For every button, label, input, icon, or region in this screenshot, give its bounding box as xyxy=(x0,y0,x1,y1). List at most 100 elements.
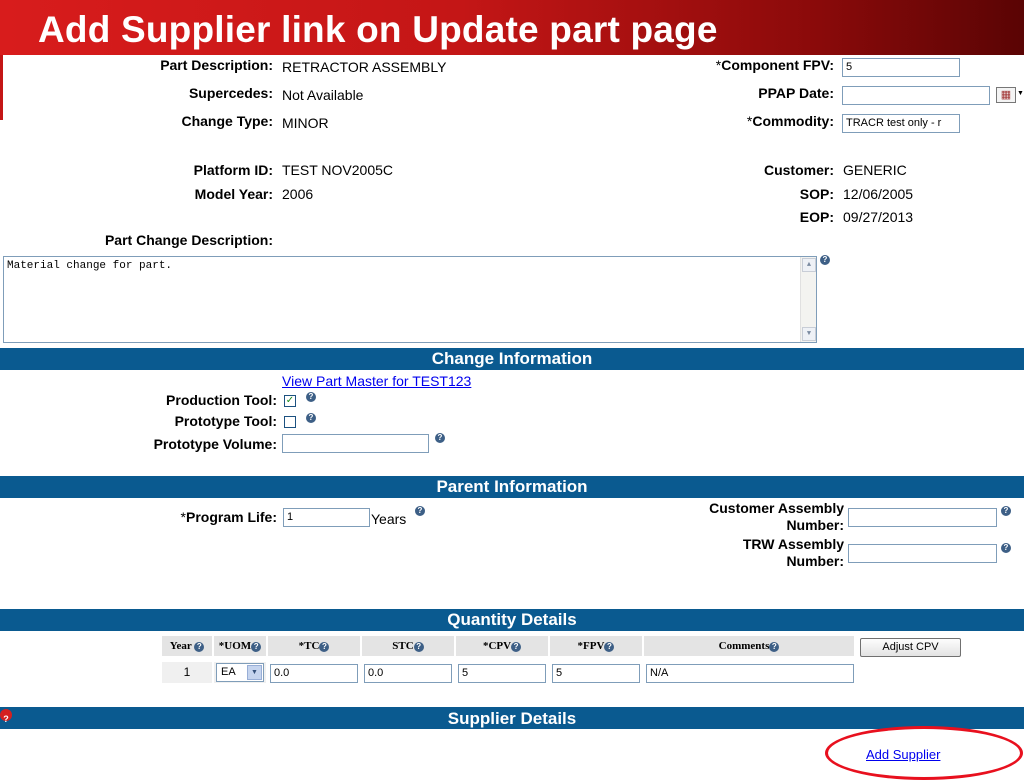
year-help-icon[interactable]: ? xyxy=(194,642,205,652)
years-label: Years xyxy=(371,511,407,527)
prototype-tool-help-icon[interactable]: ? xyxy=(306,413,316,423)
change-type-label: Change Type: xyxy=(181,113,273,129)
prototype-volume-help-icon[interactable]: ? xyxy=(435,433,445,443)
program-life-label-text: Program Life: xyxy=(185,509,277,525)
quantity-details-header: Quantity Details xyxy=(0,609,1024,631)
comments-help-icon[interactable]: ? xyxy=(769,642,780,652)
customer-assembly-help-icon[interactable]: ? xyxy=(1001,506,1011,516)
column-header-year-text: Year xyxy=(169,640,192,652)
cpv-help-icon[interactable]: ? xyxy=(511,642,522,652)
stc-input[interactable]: 0.0 xyxy=(364,664,452,683)
column-header-uom-text: *UOM xyxy=(218,640,252,652)
column-header-tc: *TC? xyxy=(268,636,360,656)
sop-label: SOP: xyxy=(799,186,834,202)
column-header-year: Year ? xyxy=(162,636,212,656)
trw-assembly-label-line2: Number: xyxy=(786,553,844,569)
prototype-volume-input[interactable] xyxy=(282,434,429,453)
production-tool-label: Production Tool: xyxy=(166,392,277,408)
model-year-value: 2006 xyxy=(282,186,314,202)
left-accent-stripe xyxy=(0,55,3,120)
quantity-row-uom-cell: EA ▼ xyxy=(214,662,266,683)
quantity-details-title: Quantity Details xyxy=(447,610,577,629)
prototype-volume-label: Prototype Volume: xyxy=(153,436,277,452)
add-supplier-highlight-oval xyxy=(825,726,1023,780)
trw-assembly-input[interactable] xyxy=(848,544,997,563)
component-fpv-input[interactable]: 5 xyxy=(842,58,960,77)
change-description-scrollbar[interactable]: ▲ ▼ xyxy=(800,257,816,342)
column-header-fpv: *FPV? xyxy=(550,636,642,656)
calendar-picker-button[interactable]: ▦ ▼ xyxy=(996,87,1024,104)
customer-assembly-label: Customer Assembly Number: xyxy=(640,500,844,534)
column-header-comments-text: Comments xyxy=(718,640,770,652)
column-header-comments: Comments? xyxy=(644,636,854,656)
column-header-fpv-text: *FPV xyxy=(577,640,605,652)
uom-select-value: EA xyxy=(221,666,236,678)
ppap-date-input[interactable] xyxy=(842,86,990,105)
model-year-label: Model Year: xyxy=(194,186,273,202)
program-life-input[interactable]: 1 xyxy=(283,508,370,527)
scroll-down-icon[interactable]: ▼ xyxy=(802,327,816,341)
change-information-title: Change Information xyxy=(431,349,593,368)
change-type-value: MINOR xyxy=(282,115,329,131)
customer-value: GENERIC xyxy=(843,162,907,178)
sop-value: 12/06/2005 xyxy=(843,186,914,202)
quantity-row-year: 1 xyxy=(162,662,212,683)
prototype-tool-checkbox[interactable] xyxy=(284,416,296,428)
supplier-details-title: Supplier Details xyxy=(447,709,577,728)
eop-label: EOP: xyxy=(799,209,834,225)
platform-id-value: TEST NOV2005C xyxy=(282,162,394,178)
eop-value: 09/27/2013 xyxy=(843,209,914,225)
supercedes-label: Supercedes: xyxy=(188,85,273,101)
customer-assembly-label-line1: Customer Assembly xyxy=(709,500,844,516)
customer-assembly-input[interactable] xyxy=(848,508,997,527)
column-header-stc: STC? xyxy=(362,636,454,656)
trw-assembly-label-line1: TRW Assembly xyxy=(742,536,844,552)
change-information-header: Change Information xyxy=(0,348,1024,370)
tc-help-icon[interactable]: ? xyxy=(319,642,330,652)
customer-assembly-label-line2: Number: xyxy=(786,517,844,533)
supplier-details-help-icon[interactable]: ? xyxy=(0,709,12,724)
scroll-up-icon[interactable]: ▲ xyxy=(802,258,816,272)
prototype-tool-label: Prototype Tool: xyxy=(174,413,277,429)
parent-information-title: Parent Information xyxy=(436,477,588,496)
commodity-label-text: Commodity: xyxy=(752,113,834,129)
uom-help-icon[interactable]: ? xyxy=(251,642,262,652)
view-part-master-link[interactable]: View Part Master for TEST123 xyxy=(282,373,471,389)
supercedes-value: Not Available xyxy=(282,87,364,103)
fpv-input[interactable]: 5 xyxy=(552,664,640,683)
part-description-label: Part Description: xyxy=(160,57,273,73)
comments-input[interactable]: N/A xyxy=(646,664,854,683)
trw-assembly-label: TRW Assembly Number: xyxy=(640,536,844,570)
ppap-date-label: PPAP Date: xyxy=(758,85,834,101)
column-header-tc-text: *TC xyxy=(298,640,320,652)
commodity-select[interactable]: TRACR test only - r xyxy=(842,114,960,133)
stc-help-icon[interactable]: ? xyxy=(413,642,424,652)
change-description-label: Part Change Description: xyxy=(104,232,273,248)
change-description-help-icon[interactable]: ? xyxy=(820,255,830,265)
trw-assembly-help-icon[interactable]: ? xyxy=(1001,543,1011,553)
production-tool-checkbox[interactable]: ✓ xyxy=(284,395,296,407)
uom-select[interactable]: EA ▼ xyxy=(216,663,264,682)
supplier-details-header: Supplier Details ? xyxy=(0,707,1024,729)
column-header-stc-text: STC xyxy=(392,640,414,652)
program-life-help-icon[interactable]: ? xyxy=(415,506,425,516)
calendar-icon: ▦ xyxy=(996,87,1016,103)
parent-information-header: Parent Information xyxy=(0,476,1024,498)
cpv-input[interactable]: 5 xyxy=(458,664,546,683)
column-header-uom: *UOM? xyxy=(214,636,266,656)
part-description-value: RETRACTOR ASSEMBLY xyxy=(282,59,447,75)
adjust-cpv-button[interactable]: Adjust CPV xyxy=(860,638,961,657)
quantity-table: Year ? *UOM? *TC? STC? *CPV? *FPV? Comme… xyxy=(160,635,856,687)
uom-chevron-down-icon[interactable]: ▼ xyxy=(247,665,262,680)
program-life-label: *Program Life: xyxy=(100,508,277,526)
tc-input[interactable]: 0.0 xyxy=(270,664,358,683)
fpv-help-icon[interactable]: ? xyxy=(604,642,615,652)
platform-id-label: Platform ID: xyxy=(193,162,273,178)
production-tool-help-icon[interactable]: ? xyxy=(306,392,316,402)
slide-title: Add Supplier link on Update part page xyxy=(38,9,718,50)
customer-label: Customer: xyxy=(763,162,834,178)
component-fpv-label-text: Component FPV: xyxy=(721,57,834,73)
change-description-textarea[interactable]: Material change for part. ▲ ▼ xyxy=(3,256,817,343)
calendar-dropdown-chevron-icon: ▼ xyxy=(1017,90,1024,97)
column-header-cpv-text: *CPV xyxy=(482,640,512,652)
